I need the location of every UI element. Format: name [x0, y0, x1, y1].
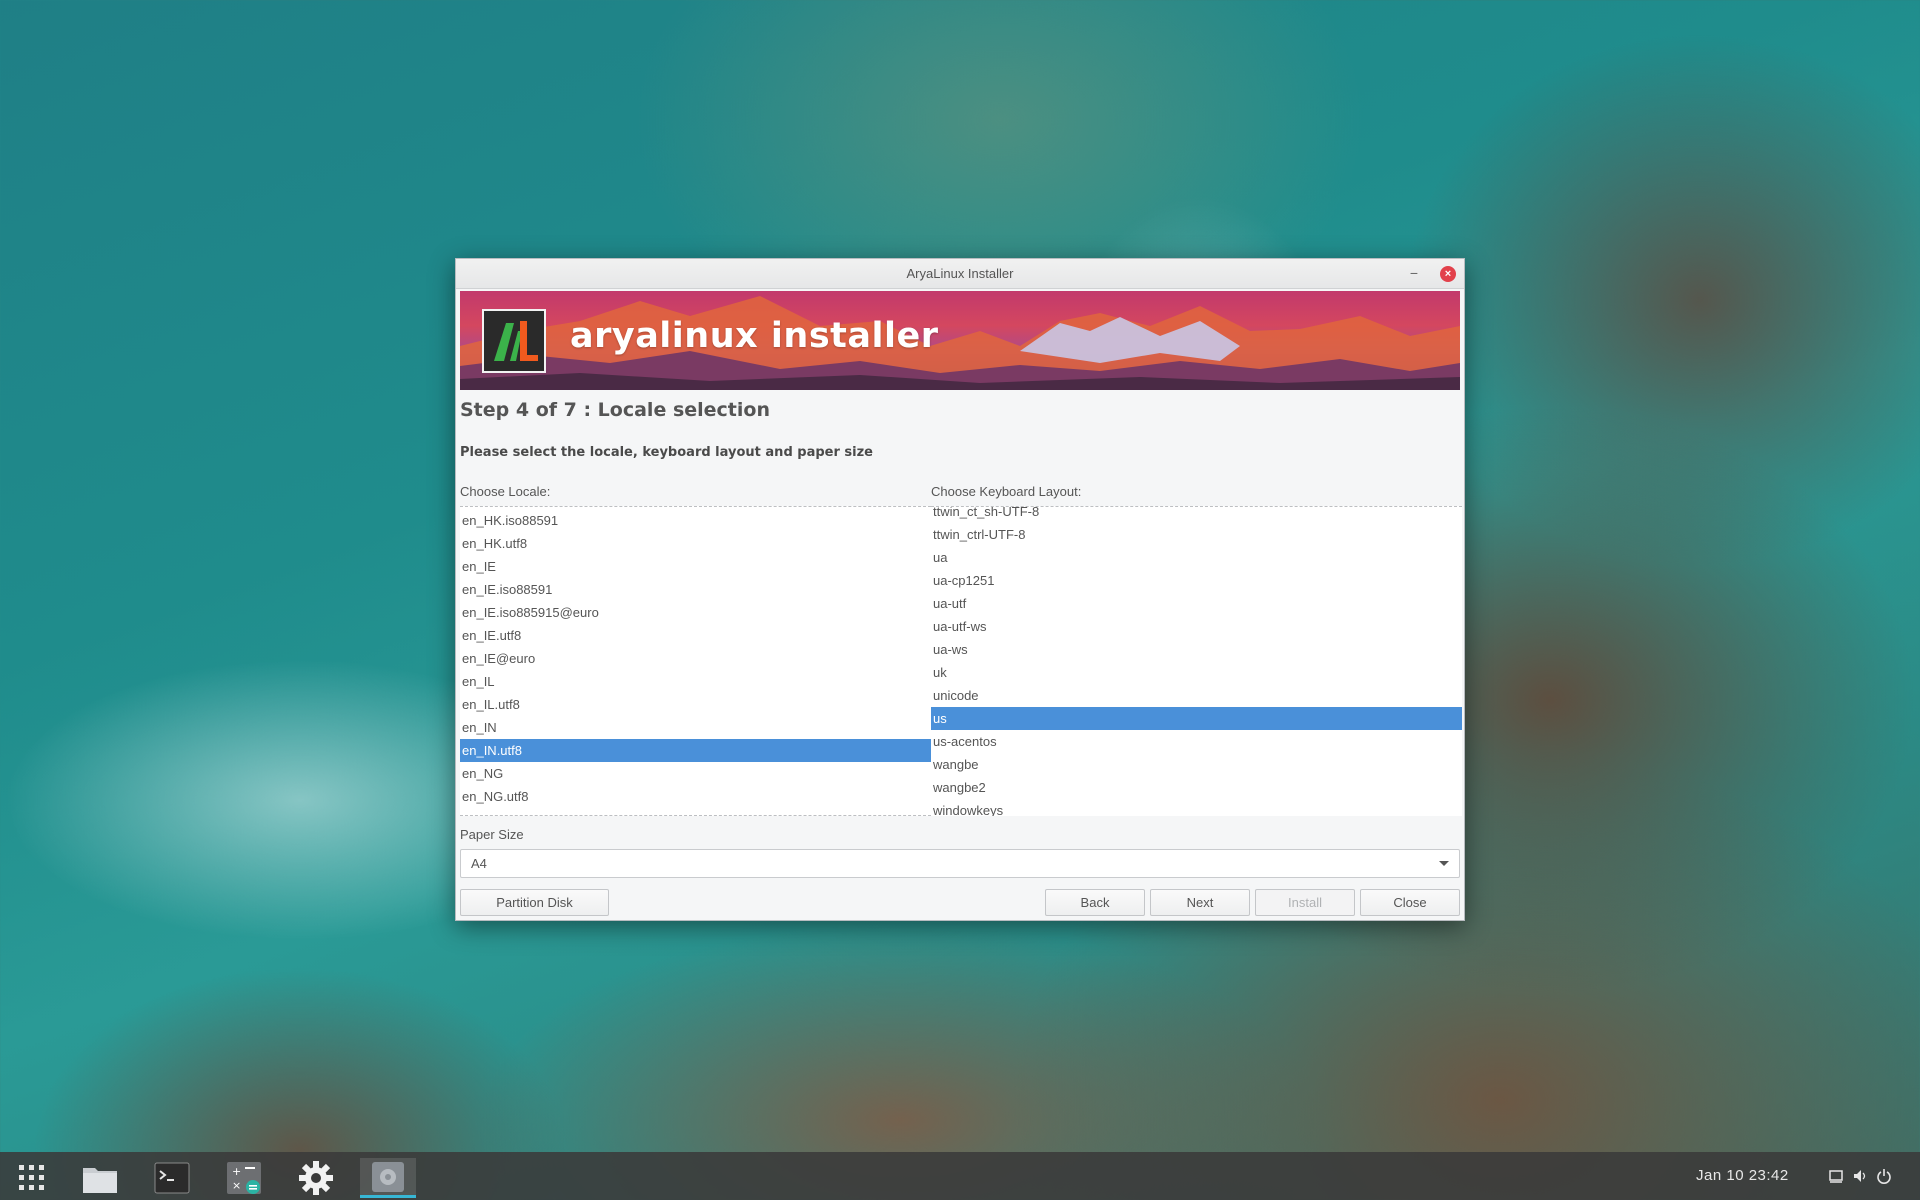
keyboard-list-item[interactable]: ua-ws [931, 638, 1462, 661]
install-button[interactable]: Install [1255, 889, 1355, 916]
svg-text:+: + [232, 1165, 241, 1178]
locale-list-item[interactable]: en_IN.utf8 [460, 739, 931, 762]
keyboard-list-item[interactable]: uk [931, 661, 1462, 684]
step-title: Step 4 of 7 : Locale selection [460, 399, 770, 421]
keyboard-list-item[interactable]: ua [931, 546, 1462, 569]
calculator-icon[interactable]: + × [220, 1158, 268, 1198]
locale-list-item[interactable]: en_IE.iso885915@euro [460, 601, 931, 624]
title-bar[interactable]: AryaLinux Installer − × [456, 259, 1464, 289]
volume-icon[interactable] [1852, 1168, 1868, 1184]
keyboard-list-item[interactable]: ttwin_ct_sh-UTF-8 [931, 507, 1462, 523]
paper-size-select[interactable]: A4 [460, 849, 1460, 878]
paper-size-label: Paper Size [460, 827, 524, 842]
keyboard-layout-label: Choose Keyboard Layout: [931, 484, 1082, 499]
clock[interactable]: Jan 10 23:42 [1696, 1152, 1789, 1200]
keyboard-list-item[interactable]: us [931, 707, 1462, 730]
installer-window: AryaLinux Installer − × aryalinux instal… [455, 258, 1465, 921]
locale-list-item[interactable]: en_IE [460, 555, 931, 578]
locale-list-item[interactable]: en_HK.iso88591 [460, 509, 931, 532]
svg-text:×: × [232, 1179, 241, 1192]
keyboard-list-item[interactable]: ttwin_ctrl-UTF-8 [931, 523, 1462, 546]
file-manager-icon[interactable] [76, 1158, 124, 1198]
locale-list-item[interactable]: en_HK.utf8 [460, 532, 931, 555]
keyboard-list-item[interactable]: wangbe [931, 753, 1462, 776]
partition-disk-button[interactable]: Partition Disk [460, 889, 609, 916]
keyboard-layout-list[interactable]: ttwin_ct_sh-UTF-8 ttwin_ctrl-UTF-8 ua ua-cp… [931, 506, 1462, 816]
locale-list-item[interactable]: en_NG [460, 762, 931, 785]
minimize-button[interactable]: − [1404, 259, 1424, 289]
locale-list-item[interactable]: en_NG.utf8 [460, 785, 931, 808]
taskbar: + × Jan 10 23:42 [0, 1152, 1920, 1200]
keyboard-list-item[interactable]: ua-cp1251 [931, 569, 1462, 592]
locale-label: Choose Locale: [460, 484, 551, 499]
aryalinux-logo [482, 309, 546, 373]
paper-size-value: A4 [471, 856, 487, 871]
banner-title: aryalinux installer [570, 316, 939, 356]
locale-list-item[interactable]: en_IN [460, 716, 931, 739]
keyboard-list-item[interactable]: us-acentos [931, 730, 1462, 753]
keyboard-list-item[interactable]: wangbe2 [931, 776, 1462, 799]
app-grid-icon[interactable] [8, 1158, 56, 1198]
next-button[interactable]: Next [1150, 889, 1250, 916]
installer-task-icon[interactable] [360, 1158, 416, 1198]
locale-list-item[interactable]: en_IE.iso88591 [460, 578, 931, 601]
window-title: AryaLinux Installer [906, 266, 1014, 281]
keyboard-list-item[interactable]: windowkeys [931, 799, 1462, 816]
locale-list-item[interactable]: en_NZ [460, 808, 931, 815]
locale-list-item[interactable]: en_IE@euro [460, 647, 931, 670]
header-banner: aryalinux installer [460, 291, 1460, 390]
back-button[interactable]: Back [1045, 889, 1145, 916]
keyboard-list-item[interactable]: ua-utf [931, 592, 1462, 615]
notification-icon[interactable] [1828, 1168, 1844, 1184]
keyboard-list-item[interactable]: unicode [931, 684, 1462, 707]
settings-gear-icon[interactable] [292, 1158, 340, 1198]
power-icon[interactable] [1876, 1168, 1892, 1184]
locale-list-item[interactable]: en_IL [460, 670, 931, 693]
locale-list[interactable]: en_HK.iso88591 en_HK.utf8 en_IE en_IE.iso88… [460, 506, 931, 816]
locale-list-item[interactable]: en_IL.utf8 [460, 693, 931, 716]
terminal-icon[interactable] [148, 1158, 196, 1198]
keyboard-list-item[interactable]: ua-utf-ws [931, 615, 1462, 638]
instructions-text: Please select the locale, keyboard layou… [460, 445, 873, 460]
chevron-down-icon [1439, 861, 1449, 866]
close-button[interactable]: Close [1360, 889, 1460, 916]
locale-list-item[interactable]: en_IE.utf8 [460, 624, 931, 647]
close-window-button[interactable]: × [1440, 266, 1456, 282]
